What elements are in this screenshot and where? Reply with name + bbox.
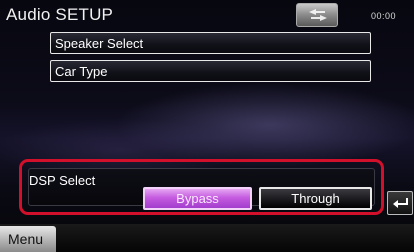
bypass-button[interactable]: Bypass	[143, 187, 252, 210]
back-arrow-icon	[309, 9, 327, 21]
return-button[interactable]	[387, 191, 413, 215]
page-title: Audio SETUP	[6, 5, 114, 24]
car-type-button[interactable]: Car Type	[50, 60, 371, 82]
clock: 00:00	[371, 11, 397, 21]
back-button[interactable]	[296, 3, 338, 27]
menu-button[interactable]: Menu	[0, 226, 56, 252]
dsp-select-label: DSP Select	[29, 173, 96, 188]
audio-setup-screen: Audio SETUP 00:00 Speaker Select Car Typ…	[0, 0, 414, 252]
through-button[interactable]: Through	[259, 187, 372, 210]
bottom-bar	[0, 224, 414, 252]
speaker-select-label: Speaker Select	[55, 36, 144, 51]
return-arrow-icon	[393, 198, 408, 208]
car-type-label: Car Type	[55, 64, 108, 79]
speaker-select-button[interactable]: Speaker Select	[50, 32, 371, 54]
